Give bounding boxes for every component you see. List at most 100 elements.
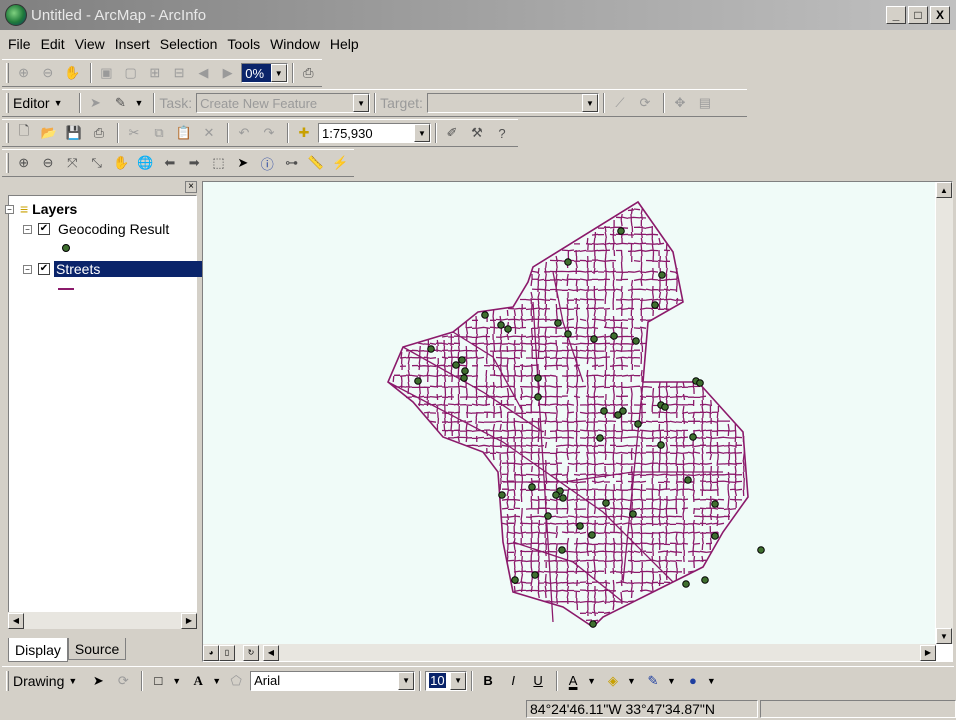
geocoded-point[interactable] (564, 330, 572, 338)
zoom-whole-page-icon[interactable]: ▣ (96, 62, 117, 84)
sketch-tool-icon[interactable]: ✎ (110, 92, 132, 114)
scroll-left-icon[interactable]: ◀ (263, 644, 279, 661)
add-data-icon[interactable]: ✚ (293, 122, 315, 144)
forward-extent-arrow-icon[interactable]: ➡ (183, 152, 204, 174)
toc-horizontal-scrollbar[interactable]: ◀ ▶ (8, 612, 197, 629)
geocoded-point[interactable] (460, 374, 468, 382)
geocoded-point[interactable] (617, 227, 625, 235)
zoom-100-icon[interactable]: ▢ (120, 62, 141, 84)
scroll-left-icon[interactable]: ◀ (8, 612, 24, 629)
tab-display[interactable]: Display (8, 638, 68, 662)
chevron-down-icon[interactable]: ▼ (398, 671, 415, 690)
scroll-down-icon[interactable]: ▼ (936, 628, 952, 644)
geocoded-point[interactable] (528, 483, 536, 491)
map-scale-combo[interactable]: 1:75,930 ▼ (318, 123, 431, 143)
geocoded-point[interactable] (610, 332, 618, 340)
geocoded-point[interactable] (576, 522, 584, 530)
geocoded-point[interactable] (689, 433, 697, 441)
new-document-icon[interactable]: 🗋 (13, 122, 35, 144)
menu-insert[interactable]: Insert (115, 36, 150, 52)
font-color-dropdown-icon[interactable]: ▼ (587, 676, 596, 686)
collapse-icon[interactable]: − (23, 224, 32, 234)
toolbar-grip[interactable] (6, 153, 9, 173)
geocoded-point[interactable] (558, 546, 566, 554)
marker-color-icon[interactable]: ● (682, 670, 704, 692)
identify-icon[interactable]: ⓘ (257, 152, 278, 174)
hyperlink-icon[interactable]: ⚡ (330, 152, 351, 174)
geocoded-point[interactable] (588, 531, 596, 539)
rotate-tool-icon[interactable]: ⟳ (634, 92, 656, 114)
toolbar-grip[interactable] (6, 93, 9, 113)
chevron-down-icon[interactable]: ▼ (450, 671, 467, 690)
geocoded-point[interactable] (458, 356, 466, 364)
geocoded-point[interactable] (632, 337, 640, 345)
menu-window[interactable]: Window (270, 36, 320, 52)
marker-color-dropdown-icon[interactable]: ▼ (707, 676, 716, 686)
layout-view-icon[interactable]: ▯ (219, 644, 235, 661)
geocoded-point[interactable] (481, 311, 489, 319)
menu-tools[interactable]: Tools (227, 36, 260, 52)
geocoded-point[interactable] (684, 476, 692, 484)
toolbar-grip[interactable] (6, 123, 9, 143)
edit-vertices-icon[interactable]: ⬠ (225, 670, 247, 692)
geocoded-point[interactable] (629, 510, 637, 518)
geocoded-point[interactable] (504, 325, 512, 333)
fixed-zoom-out-icon[interactable]: ⤡ (86, 152, 107, 174)
geocoded-point[interactable] (497, 321, 505, 329)
drawing-menu[interactable]: Drawing (13, 673, 64, 689)
layers-root[interactable]: − ≡ Layers (5, 200, 77, 218)
geocoded-point[interactable] (658, 271, 666, 279)
target-combo[interactable]: ▼ (426, 93, 599, 113)
editor-toolbar-icon[interactable]: ✐ (441, 122, 463, 144)
geocoded-point[interactable] (602, 499, 610, 507)
geocoded-point[interactable] (596, 434, 604, 442)
full-extent-globe-icon[interactable]: 🌐 (135, 152, 156, 174)
menu-help[interactable]: Help (330, 36, 359, 52)
zoom-percent-combo[interactable]: 0% ▼ (241, 63, 288, 83)
select-elements-icon[interactable]: ➤ (87, 670, 109, 692)
cut-icon[interactable]: ✂ (123, 122, 145, 144)
geocoded-point[interactable] (531, 571, 539, 579)
measure-icon[interactable]: 📏 (305, 152, 326, 174)
select-elements-icon[interactable]: ➤ (232, 152, 253, 174)
geocoded-point[interactable] (657, 441, 665, 449)
geocoded-point[interactable] (614, 411, 622, 419)
pan-icon[interactable]: ✋ (110, 152, 131, 174)
paste-icon[interactable]: 📋 (173, 122, 195, 144)
menu-view[interactable]: View (75, 36, 105, 52)
task-combo[interactable]: Create New Feature ▼ (196, 93, 371, 113)
line-color-icon[interactable]: ✎ (642, 670, 664, 692)
underline-button[interactable]: U (527, 670, 549, 692)
map-vertical-scrollbar[interactable]: ▲ ▼ (936, 182, 953, 644)
copy-icon[interactable]: ⧉ (148, 122, 170, 144)
shape-dropdown-icon[interactable]: ▼ (172, 676, 181, 686)
toggle-draft-mode-icon[interactable]: ⎙ (298, 62, 319, 84)
pan-page-icon[interactable]: ✋ (61, 62, 82, 84)
menu-selection[interactable]: Selection (160, 36, 218, 52)
toolbar-grip[interactable] (6, 670, 9, 691)
drawing-dropdown-icon[interactable]: ▼ (68, 676, 77, 686)
collapse-icon[interactable]: − (5, 204, 14, 214)
collapse-icon[interactable]: − (23, 264, 32, 274)
zoom-out-icon[interactable]: ⊖ (37, 152, 58, 174)
geocoded-point[interactable] (427, 345, 435, 353)
save-icon[interactable]: 💾 (63, 122, 85, 144)
whats-this-help-icon[interactable]: ? (491, 122, 513, 144)
data-view-icon[interactable]: ◕ (203, 644, 219, 661)
editor-dropdown-icon[interactable]: ▼ (54, 98, 63, 108)
geocoded-point[interactable] (559, 494, 567, 502)
geocoded-point[interactable] (711, 532, 719, 540)
menu-edit[interactable]: Edit (41, 36, 65, 52)
font-combo[interactable]: Arial ▼ (250, 670, 416, 691)
minimize-button[interactable]: _ (886, 6, 906, 24)
editor-menu[interactable]: Editor (13, 95, 50, 111)
zoom-out-page-icon[interactable]: ⊖ (37, 62, 58, 84)
rectangle-icon[interactable]: □ (147, 670, 169, 692)
line-symbol[interactable] (57, 280, 75, 298)
map-horizontal-scrollbar[interactable]: ◕ ▯ ↻ ◀ ▶ (203, 644, 936, 661)
geocoded-point[interactable] (682, 580, 690, 588)
geocoded-point[interactable] (461, 367, 469, 375)
fill-color-icon[interactable]: ◈ (602, 670, 624, 692)
geocoded-point[interactable] (452, 361, 460, 369)
edit-tool-icon[interactable]: ➤ (85, 92, 107, 114)
